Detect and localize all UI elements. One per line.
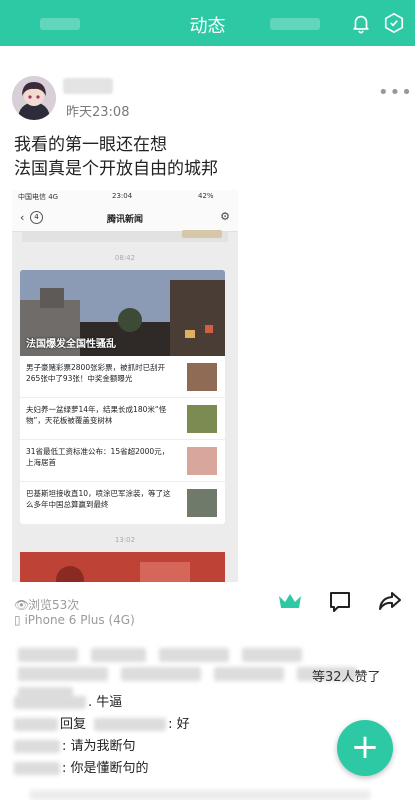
reply-word: 回复 bbox=[60, 717, 87, 732]
image-news-row: 31省最低工资标准公布：15省超2000元，上海居首 bbox=[20, 440, 225, 482]
device-info: ▯ iPhone 6 Plus (4G) bbox=[14, 613, 135, 627]
crown-like-icon[interactable] bbox=[277, 590, 303, 612]
post-image[interactable]: 中国电信 4G 23:04 42% ‹ 4 腾讯新闻 ⚙ 08:42 法国爆发全… bbox=[12, 190, 238, 582]
image-status-bar: 中国电信 4G 23:04 42% bbox=[12, 190, 238, 204]
image-battery: 42% bbox=[198, 192, 214, 200]
blurred-right-tab[interactable] bbox=[270, 18, 320, 30]
commenter-name-blurred[interactable] bbox=[14, 696, 86, 709]
comment-item[interactable]: : 请为我断句 bbox=[14, 738, 136, 756]
comment-item[interactable]: 回复 : 好 bbox=[14, 716, 190, 734]
image-timestamp-2: 13:02 bbox=[114, 536, 136, 544]
device-text: iPhone 6 Plus (4G) bbox=[24, 613, 135, 627]
avatar[interactable] bbox=[12, 76, 56, 120]
image-nav-bar: ‹ 4 腾讯新闻 ⚙ bbox=[12, 204, 238, 232]
image-news-row-text: 夫妇养一盆绿萝14年，结果长成180米“怪物”，天花板被覆盖变树林 bbox=[26, 405, 167, 425]
image-carrier: 中国电信 4G bbox=[18, 193, 59, 201]
comment-text: : 好 bbox=[168, 717, 190, 732]
post-time: 昨天23:08 bbox=[66, 105, 130, 120]
hexagon-check-icon[interactable] bbox=[383, 12, 405, 34]
commenter-name-blurred[interactable] bbox=[14, 762, 60, 775]
image-gear-icon: ⚙ bbox=[220, 210, 230, 223]
post-text: 我看的第一眼还在想 法国真是个开放自由的城邦 bbox=[14, 133, 218, 181]
image-news-thumb bbox=[187, 405, 217, 433]
share-icon[interactable] bbox=[378, 589, 402, 613]
more-options-icon[interactable]: ••• bbox=[378, 82, 413, 103]
image-news-row: 巴基斯坦接收直10，喷涂巴军涂装，等了这么多年中国总算赢到最终 bbox=[20, 482, 225, 524]
view-count: 👁浏览53次 bbox=[14, 596, 79, 613]
commenter-name-blurred[interactable] bbox=[14, 718, 58, 731]
username-blurred[interactable] bbox=[63, 78, 113, 94]
liker-name-blurred[interactable] bbox=[242, 647, 303, 662]
image-timestamp-1: 08:42 bbox=[114, 254, 136, 262]
liker-name-blurred[interactable] bbox=[18, 647, 78, 662]
reply-target-blurred[interactable] bbox=[94, 718, 167, 731]
comment-item[interactable]: . 牛逼 bbox=[14, 694, 122, 712]
image-hero-photo: 法国爆发全国性骚乱 bbox=[20, 270, 225, 356]
post-text-line-2: 法国真是个开放自由的城邦 bbox=[14, 159, 218, 179]
liker-name-blurred[interactable] bbox=[121, 667, 202, 681]
liker-name-blurred[interactable] bbox=[159, 647, 230, 662]
image-news-row-text: 男子豪赌彩票2800张彩票，被抓时已刮开265张中了93张！中奖金额曝光 bbox=[26, 363, 166, 383]
liker-name-blurred[interactable] bbox=[214, 667, 285, 681]
likes-count[interactable]: 等32人赞了 bbox=[312, 666, 381, 685]
image-news-thumb bbox=[187, 363, 217, 391]
image-news-row: 夫妇养一盆绿萝14年，结果长成180米“怪物”，天花板被覆盖变树林 bbox=[20, 398, 225, 440]
image-nav-title: 腾讯新闻 bbox=[106, 215, 143, 225]
liker-name-blurred[interactable] bbox=[91, 647, 147, 662]
comment-text: . 牛逼 bbox=[88, 695, 123, 710]
image-clock: 23:04 bbox=[112, 192, 133, 200]
comment-item[interactable]: : 你是懂断句的 bbox=[14, 760, 149, 778]
view-count-text: 浏览53次 bbox=[28, 598, 80, 612]
image-news-row-text: 31省最低工资标准公布：15省超2000元，上海居首 bbox=[26, 447, 170, 467]
post-text-line-1: 我看的第一眼还在想 bbox=[14, 135, 167, 155]
image-hero-caption: 法国爆发全国性骚乱 bbox=[26, 339, 116, 350]
bottom-input-blurred bbox=[30, 790, 370, 800]
image-news-thumb bbox=[187, 489, 217, 517]
image-news-card: 法国爆发全国性骚乱 男子豪赌彩票2800张彩票，被抓时已刮开265张中了93张！… bbox=[20, 270, 225, 524]
image-red-card bbox=[20, 552, 225, 582]
image-news-thumb bbox=[187, 447, 217, 475]
top-bar: 动态 bbox=[0, 0, 415, 46]
image-news-row: 男子豪赌彩票2800张彩票，被抓时已刮开265张中了93张！中奖金额曝光 bbox=[20, 356, 225, 398]
phone-icon: ▯ bbox=[14, 613, 21, 627]
image-news-row-text: 巴基斯坦接收直10，喷涂巴军涂装，等了这么多年中国总算赢到最终 bbox=[26, 489, 171, 509]
comment-text: : 你是懂断句的 bbox=[62, 761, 149, 776]
eye-icon: 👁 bbox=[14, 598, 30, 612]
commenter-name-blurred[interactable] bbox=[14, 740, 60, 753]
image-blurred-chip bbox=[182, 230, 222, 238]
comment-icon[interactable] bbox=[328, 590, 352, 614]
bell-icon[interactable] bbox=[350, 12, 372, 34]
comment-text: : 请为我断句 bbox=[62, 739, 136, 754]
liker-name-blurred[interactable] bbox=[18, 667, 108, 681]
add-post-button[interactable]: + bbox=[337, 720, 393, 776]
